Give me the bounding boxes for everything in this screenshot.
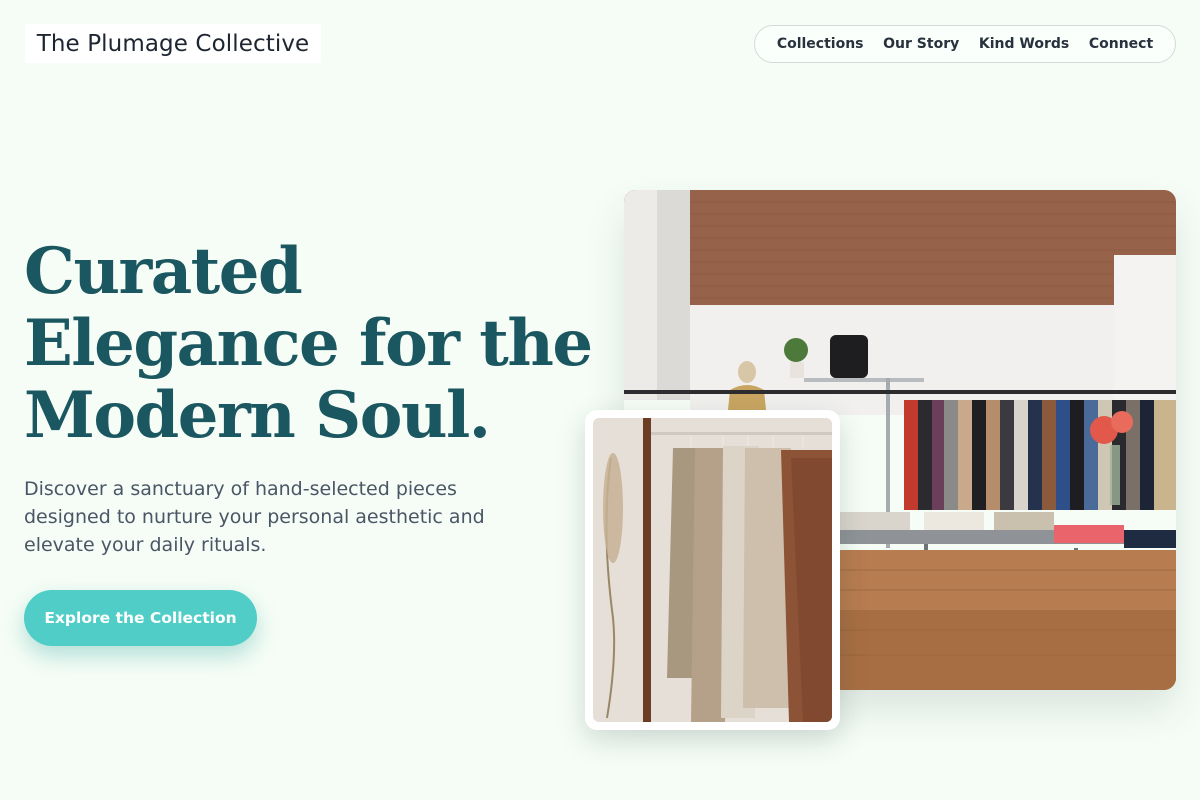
hero-headline-line-2: Elegance for the (24, 306, 593, 381)
nav-link-our-story[interactable]: Our Story (883, 36, 959, 52)
nav-link-connect[interactable]: Connect (1089, 36, 1153, 52)
hero-headline: Curated Elegance for the Modern Soul. (24, 234, 593, 453)
main-nav: Collections Our Story Kind Words Connect (754, 25, 1176, 63)
explore-collection-button[interactable]: Explore the Collection (24, 590, 257, 646)
brand-name: The Plumage Collective (36, 30, 310, 57)
hero-description: Discover a sanctuary of hand-selected pi… (24, 478, 485, 556)
nav-link-collections[interactable]: Collections (777, 36, 864, 52)
nav-link-kind-words[interactable]: Kind Words (979, 36, 1069, 52)
hero-headline-line-3: Modern Soul. (24, 378, 491, 453)
brand-logo[interactable]: The Plumage Collective (25, 24, 321, 63)
hero-headline-line-1: Curated (24, 234, 303, 309)
sweaters-rack-image (585, 410, 840, 730)
